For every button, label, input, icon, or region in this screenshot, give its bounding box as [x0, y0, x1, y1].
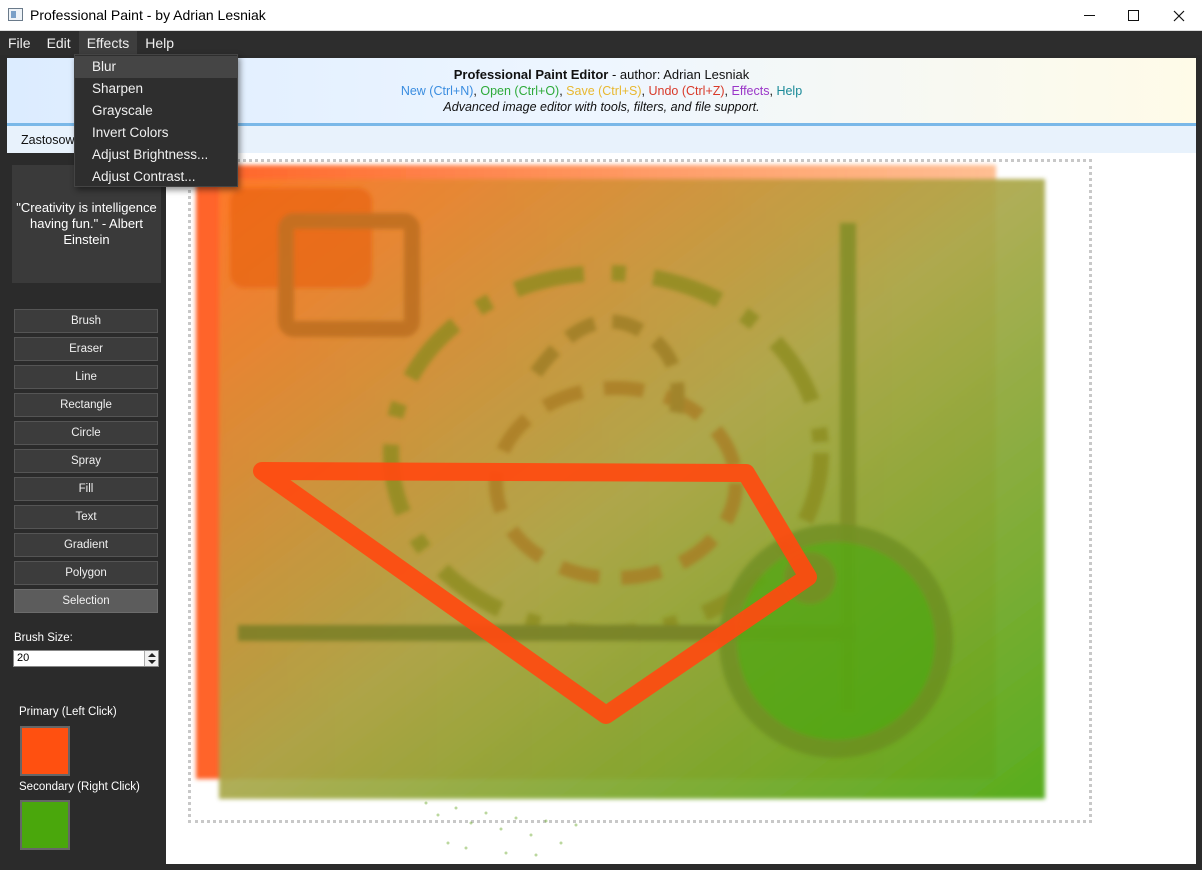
drawing-canvas[interactable] [166, 153, 1196, 864]
shortcut-new: New (Ctrl+N) [400, 84, 474, 98]
shortcut-undo: Undo (Ctrl+Z) [648, 84, 725, 98]
tool-selection-button[interactable]: Selection [14, 589, 158, 613]
spray-speckles [424, 801, 578, 857]
spin-down-icon[interactable] [148, 660, 156, 664]
minimize-button[interactable] [1066, 0, 1112, 31]
effects-dropdown-menu: Blur Sharpen Grayscale Invert Colors Adj… [74, 54, 238, 187]
close-icon [1173, 10, 1185, 21]
header-author: - author: Adrian Lesniak [608, 67, 750, 82]
window-bottom-edge [0, 864, 1202, 870]
primary-color-swatch[interactable] [20, 726, 70, 776]
tool-rectangle-button[interactable]: Rectangle [14, 393, 158, 417]
maximize-icon [1127, 10, 1139, 21]
tool-line-button[interactable]: Line [14, 365, 158, 389]
secondary-color-label: Secondary (Right Click) [19, 781, 140, 793]
effects-contrast-item[interactable]: Adjust Contrast... [75, 166, 237, 188]
spin-up-icon[interactable] [148, 653, 156, 657]
header-title: Professional Paint Editor [453, 67, 609, 82]
tool-text-button[interactable]: Text [14, 505, 158, 529]
tool-circle-button[interactable]: Circle [14, 421, 158, 445]
shortcut-open: Open (Ctrl+O) [480, 84, 560, 98]
tool-brush-button[interactable]: Brush [14, 309, 158, 333]
maximize-button[interactable] [1110, 0, 1156, 31]
menu-edit[interactable]: Edit [39, 31, 79, 55]
brush-size-label: Brush Size: [14, 632, 73, 644]
effects-sharpen-item[interactable]: Sharpen [75, 78, 237, 100]
effects-brightness-item[interactable]: Adjust Brightness... [75, 144, 237, 166]
effects-invert-item[interactable]: Invert Colors [75, 122, 237, 144]
brush-size-value[interactable]: 20 [17, 652, 29, 664]
menu-file[interactable]: File [0, 31, 39, 55]
canvas-scroll-area[interactable] [166, 153, 1196, 864]
title-bar: Professional Paint - by Adrian Lesniak [0, 0, 1202, 31]
effects-blur-item[interactable]: Blur [75, 56, 237, 78]
circle-shape [719, 524, 953, 758]
window-title: Professional Paint - by Adrian Lesniak [30, 7, 266, 23]
tool-panel: "Creativity is intelligence having fun."… [7, 153, 165, 864]
effects-grayscale-item[interactable]: Grayscale [75, 100, 237, 122]
window-right-edge [1196, 55, 1202, 870]
brush-size-stepper[interactable] [144, 651, 158, 666]
close-button[interactable] [1156, 0, 1202, 31]
menu-effects[interactable]: Effects [78, 31, 138, 55]
tool-polygon-button[interactable]: Polygon [14, 561, 158, 585]
shortcut-effects: Effects [731, 84, 770, 98]
minimize-icon [1083, 15, 1095, 16]
menu-help[interactable]: Help [137, 31, 182, 55]
tool-eraser-button[interactable]: Eraser [14, 337, 158, 361]
tool-fill-button[interactable]: Fill [14, 477, 158, 501]
secondary-color-swatch[interactable] [20, 800, 70, 850]
shortcut-help: Help [776, 84, 803, 98]
tool-gradient-button[interactable]: Gradient [14, 533, 158, 557]
shortcut-separator: , [724, 84, 732, 98]
brush-size-spinbox[interactable]: 20 [13, 650, 159, 667]
apply-label[interactable]: Zastosow [21, 133, 75, 147]
menu-bar: File Edit Effects Help [0, 31, 1202, 55]
shortcut-save: Save (Ctrl+S) [566, 84, 642, 98]
small-square-shape [230, 188, 372, 288]
primary-color-label: Primary (Left Click) [19, 706, 117, 718]
app-icon [8, 8, 23, 21]
tool-spray-button[interactable]: Spray [14, 449, 158, 473]
